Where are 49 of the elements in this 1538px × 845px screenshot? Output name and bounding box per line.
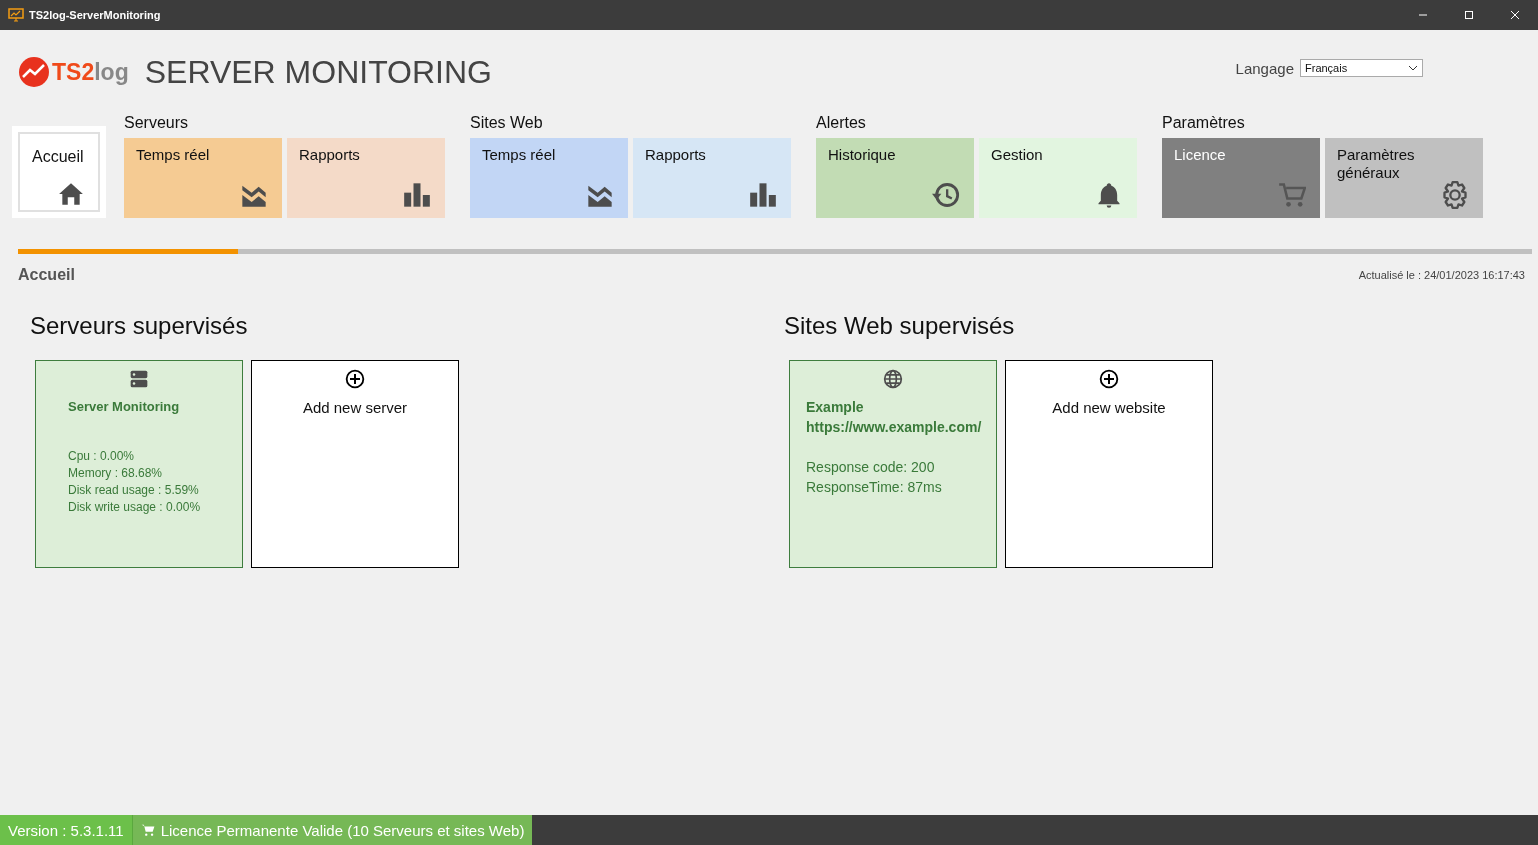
add-card[interactable]: Add new website [1005, 360, 1213, 568]
metric-text: Response code: 200 [806, 458, 936, 477]
nav-tile[interactable]: Rapports [287, 138, 445, 218]
globe-icon [883, 369, 903, 389]
language-dropdown[interactable]: Français [1300, 59, 1423, 77]
plus-circle-icon [345, 369, 365, 389]
plus-circle-icon [1099, 369, 1119, 389]
app-title: SERVER MONITORING [144, 53, 492, 91]
metric-text: Disk write usage : 0.00% [68, 499, 202, 516]
group-title: Sites Web [470, 114, 544, 132]
server-icon [129, 369, 149, 389]
updated-timestamp: Actualisé le : 24/01/2023 16:17:43 [1358, 269, 1525, 281]
monitor-icon [8, 7, 24, 23]
nav-tile[interactable]: Gestion [979, 138, 1137, 218]
history-icon [932, 181, 960, 209]
nav-tile[interactable]: Temps réel [470, 138, 628, 218]
nav-tile[interactable]: Paramètres généraux [1325, 138, 1483, 218]
server-card[interactable]: Server Monitoring Cpu : 0.00% Memory : 68.68% Disk read usage : 5.59% Disk write usage : 0.00% [35, 360, 243, 568]
logo-icon [18, 56, 50, 88]
nav-tile[interactable]: Rapports [633, 138, 791, 218]
add-card[interactable]: Add new server [251, 360, 459, 568]
metric-text: Cpu : 0.00% [68, 448, 136, 465]
window-title: TS2log-ServerMonitoring [29, 9, 161, 21]
cart-icon [140, 823, 155, 837]
bar-chart-icon [749, 181, 777, 209]
section-title: Serveurs supervisés [30, 312, 249, 340]
metric-text: Disk read usage : 5.59% [68, 482, 200, 499]
version-label: Version : 5.3.1.11 [0, 815, 133, 845]
bar-chart-icon [403, 181, 431, 209]
logo-text: TS2 [52, 58, 95, 86]
group-title: Alertes [816, 114, 867, 132]
card-name: Example https://www.example.com/ [805, 398, 983, 437]
language-label: Langage [1235, 59, 1294, 77]
website-card[interactable]: Example https://www.example.com/ Response code: 200 ResponseTime: 87ms [789, 360, 997, 568]
metric-text: Memory : 68.68% [68, 465, 164, 482]
cart-icon [1278, 181, 1306, 209]
dropdown-caret-icon [1408, 65, 1418, 71]
group-title: Serveurs [124, 114, 190, 132]
group-title: Paramètres [1162, 114, 1246, 132]
metric-text: ResponseTime: 87ms [806, 478, 943, 497]
page-title: Accueil [18, 266, 75, 284]
section-title: Sites Web supervisés [784, 312, 1016, 340]
logo-text: log [94, 58, 129, 86]
nav-tile[interactable]: Historique [816, 138, 974, 218]
card-name: Server Monitoring [67, 398, 181, 414]
nav-tile[interactable]: Temps réel [124, 138, 282, 218]
gear-icon [1441, 181, 1469, 209]
nav-tile[interactable]: Licence [1162, 138, 1320, 218]
licence-status: Licence Permanente Valide (10 Serveurs et sites Web) [132, 815, 533, 845]
